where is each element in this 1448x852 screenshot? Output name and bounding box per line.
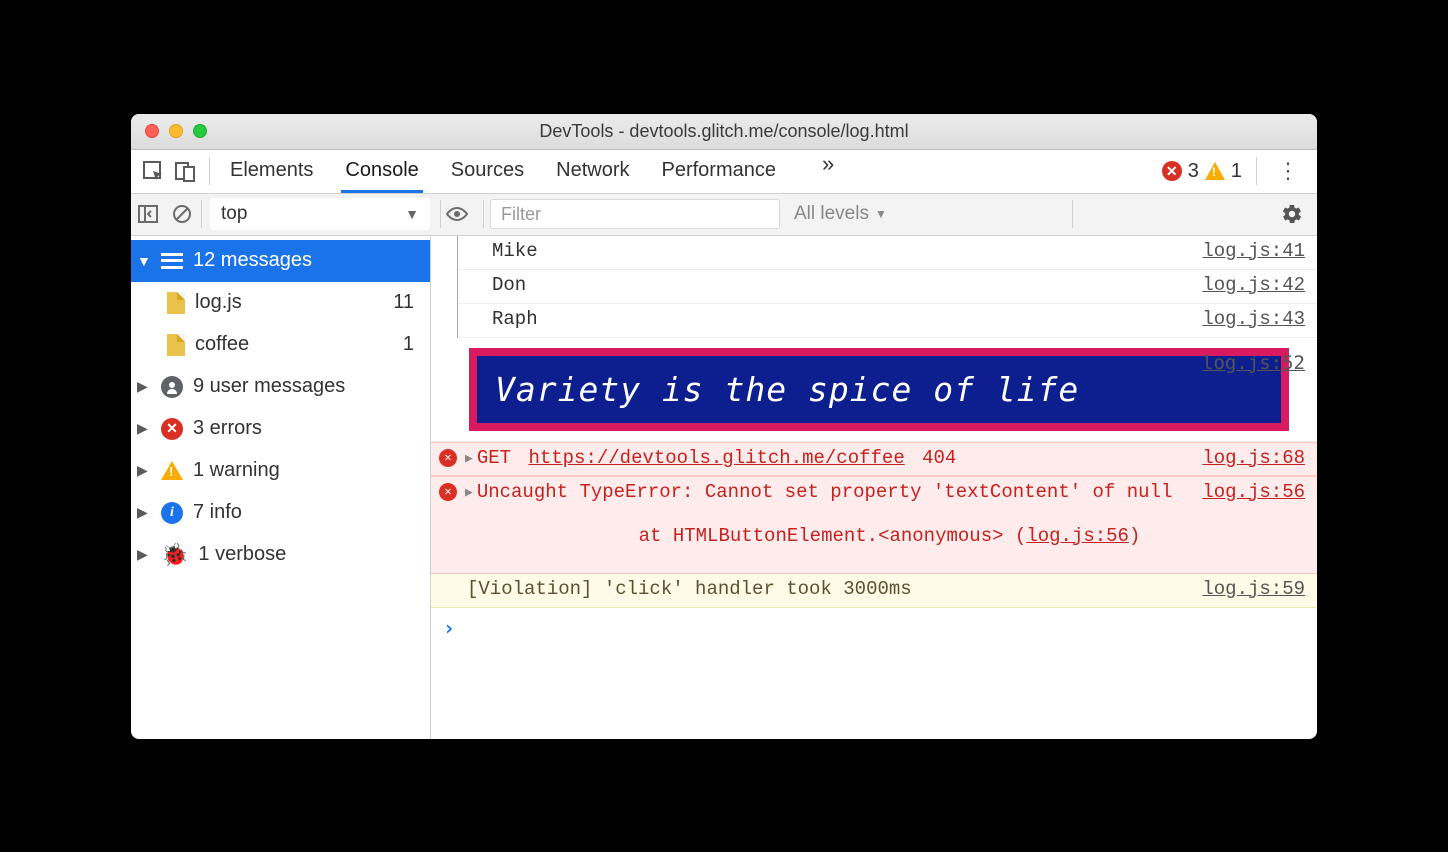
kebab-menu-icon[interactable]: ⋮ <box>1265 158 1311 184</box>
titlebar: DevTools - devtools.glitch.me/console/lo… <box>131 114 1317 150</box>
log-row[interactable]: Mike log.js:41 <box>458 236 1317 270</box>
info-icon: i <box>161 502 183 524</box>
chevron-right-icon: ▶ <box>137 546 151 563</box>
context-selector[interactable]: top ▼ <box>210 198 430 230</box>
tab-elements[interactable]: Elements <box>226 151 317 192</box>
log-row[interactable]: Raph log.js:43 <box>458 304 1317 338</box>
sidebar-user-messages[interactable]: ▶ 9 user messages <box>131 366 430 408</box>
live-expression-icon[interactable] <box>445 206 477 222</box>
filter-input[interactable]: Filter <box>490 199 780 229</box>
console-sidebar: ▼ 12 messages log.js 11 coffee 1 ▶ 9 use… <box>131 236 431 739</box>
network-error-row[interactable]: ✕ ▶ GET https://devtools.glitch.me/coffe… <box>431 442 1317 476</box>
error-icon: ✕ <box>161 418 183 440</box>
user-icon <box>161 376 183 398</box>
clear-console-icon[interactable] <box>165 204 199 224</box>
exception-row[interactable]: ✕ ▶ Uncaught TypeError: Cannot set prope… <box>431 476 1317 574</box>
source-link[interactable]: log.js:56 <box>1026 525 1129 547</box>
styled-log-row[interactable]: log.js:52 Variety is the spice of life <box>431 348 1317 442</box>
chevron-down-icon: ▼ <box>137 253 151 269</box>
error-icon: ✕ <box>439 483 457 501</box>
chevron-right-icon: ▶ <box>465 451 473 466</box>
chevron-right-icon: ▶ <box>465 485 473 500</box>
list-icon <box>161 253 183 269</box>
more-tabs-icon[interactable]: » <box>822 151 834 192</box>
tab-network[interactable]: Network <box>552 151 633 192</box>
settings-icon[interactable] <box>1267 203 1317 225</box>
sidebar-errors[interactable]: ▶ ✕ 3 errors <box>131 408 430 450</box>
tab-bar: Elements Console Sources Network Perform… <box>131 150 1317 194</box>
sidebar-file[interactable]: coffee 1 <box>131 324 430 366</box>
chevron-right-icon: ▶ <box>137 420 151 437</box>
status-counts[interactable]: ✕ 3 1 <box>1162 160 1248 183</box>
source-link[interactable]: log.js:59 <box>1190 578 1305 600</box>
file-icon <box>167 334 185 356</box>
console-toolbar: top ▼ Filter All levels ▼ <box>131 194 1317 236</box>
inspect-icon[interactable] <box>137 155 169 187</box>
sidebar-messages[interactable]: ▼ 12 messages <box>131 240 430 282</box>
console-output: Mike log.js:41 Don log.js:42 Raph log.js… <box>431 236 1317 739</box>
url-link[interactable]: https://devtools.glitch.me/coffee <box>528 447 904 469</box>
source-link[interactable]: log.js:43 <box>1190 308 1305 330</box>
error-badge-icon: ✕ <box>1162 161 1182 181</box>
window-title: DevTools - devtools.glitch.me/console/lo… <box>131 121 1317 142</box>
warning-icon <box>161 461 183 480</box>
device-toggle-icon[interactable] <box>169 155 201 187</box>
tab-sources[interactable]: Sources <box>447 151 528 192</box>
sidebar-warnings[interactable]: ▶ 1 warning <box>131 450 430 492</box>
context-label: top <box>221 203 247 225</box>
error-count: 3 <box>1188 160 1199 183</box>
source-link[interactable]: log.js:41 <box>1190 240 1305 262</box>
chevron-down-icon: ▼ <box>405 206 419 222</box>
panel-tabs: Elements Console Sources Network Perform… <box>218 151 834 192</box>
console-prompt[interactable]: › <box>431 608 1317 648</box>
file-icon <box>167 292 185 314</box>
sidebar-file[interactable]: log.js 11 <box>131 282 430 324</box>
sidebar-verbose[interactable]: ▶ 🐞 1 verbose <box>131 534 430 576</box>
tab-console[interactable]: Console <box>341 151 422 193</box>
chevron-right-icon: ▶ <box>137 462 151 479</box>
source-link[interactable]: log.js:68 <box>1190 447 1305 469</box>
source-link[interactable]: log.js:56 <box>1190 481 1305 503</box>
chevron-down-icon: ▼ <box>875 207 887 221</box>
log-levels-selector[interactable]: All levels ▼ <box>794 203 887 225</box>
source-link[interactable]: log.js:42 <box>1190 274 1305 296</box>
sidebar-info[interactable]: ▶ i 7 info <box>131 492 430 534</box>
warning-count: 1 <box>1231 160 1242 183</box>
warning-badge-icon <box>1205 162 1225 180</box>
chevron-right-icon: ▶ <box>137 378 151 395</box>
styled-banner: Variety is the spice of life <box>469 348 1289 431</box>
bug-icon: 🐞 <box>161 542 188 568</box>
violation-row[interactable]: [Violation] 'click' handler took 3000ms … <box>431 574 1317 608</box>
log-row[interactable]: Don log.js:42 <box>458 270 1317 304</box>
error-icon: ✕ <box>439 449 457 467</box>
chevron-right-icon: ▶ <box>137 504 151 521</box>
sidebar-toggle-icon[interactable] <box>131 204 165 224</box>
tab-performance[interactable]: Performance <box>658 151 781 192</box>
devtools-window: DevTools - devtools.glitch.me/console/lo… <box>131 114 1317 739</box>
source-link[interactable]: log.js:52 <box>1202 352 1305 374</box>
